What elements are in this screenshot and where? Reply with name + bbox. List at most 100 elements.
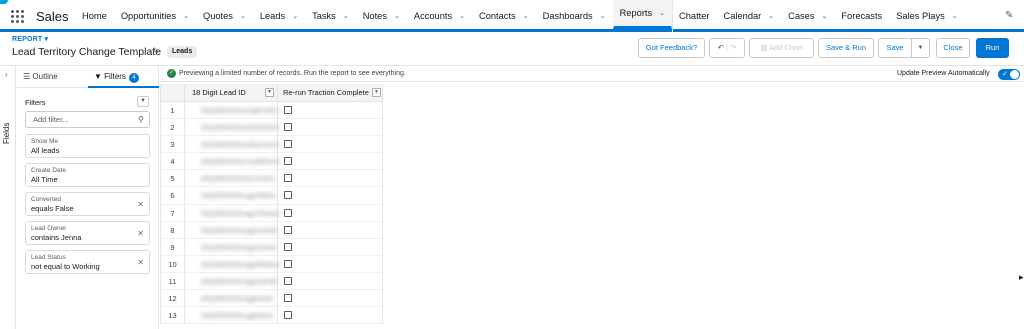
chevron-down-icon[interactable]: ⌄ <box>952 12 958 20</box>
filters-menu-chevron-icon[interactable]: ▼ <box>137 96 149 107</box>
undo-icon[interactable]: ↶ <box>718 43 724 52</box>
report-type-label[interactable]: REPORT ▾ <box>12 35 48 43</box>
tab-outline[interactable]: ☰ Outline <box>23 66 87 88</box>
lead-id-value: 00Q3l00000vqgXNlAA <box>201 191 277 201</box>
edit-nav-icon[interactable]: ✎ <box>1005 10 1013 21</box>
chevron-down-icon[interactable]: ⌄ <box>394 12 400 20</box>
lead-id-cell: 00Q3l00000vqgXNlAA <box>185 187 278 205</box>
traction-complete-cell <box>278 205 384 222</box>
fields-strip[interactable]: › Fields <box>0 66 16 329</box>
nav-item-chatter[interactable]: Chatter <box>672 0 717 32</box>
chevron-down-icon[interactable]: ⌄ <box>768 12 774 20</box>
panel-tabs: ☰ Outline ▼ Filters 4 <box>17 66 159 88</box>
report-title: Lead Territory Change Template <box>12 46 162 58</box>
checkbox-icon <box>284 123 292 132</box>
checkbox-icon <box>284 225 292 234</box>
add-filter-input[interactable]: Add filter... ⚲ <box>25 111 150 128</box>
filter-card[interactable]: Create Date All Time <box>25 163 150 187</box>
table-row: 2 00Q3l00000sXbD8XEA <box>161 119 383 137</box>
filter-icon: ▼ <box>94 72 102 81</box>
row-number: 13 <box>161 307 185 325</box>
filters-panel: ☰ Outline ▼ Filters 4 Filters ▼ Add filte… <box>17 66 159 329</box>
nav-item-home[interactable]: Home <box>75 0 114 32</box>
nav-item-contacts[interactable]: Contacts ⌄ <box>472 0 536 32</box>
chevron-down-icon[interactable]: ⌄ <box>292 12 298 20</box>
chevron-down-icon[interactable]: ⌄ <box>459 12 465 20</box>
close-button[interactable]: Close <box>936 38 970 58</box>
table-row: 12 00Q3l00000vqgbAAA <box>161 290 383 308</box>
save-menu-chevron-icon[interactable]: ▼ <box>911 38 930 58</box>
nav-item-reports[interactable]: Reports ⌄ <box>612 0 673 29</box>
report-header: REPORT ▾ Lead Territory Change Template … <box>0 32 1024 66</box>
app-launcher-icon[interactable] <box>11 10 24 23</box>
filter-field: Create Date <box>31 167 67 174</box>
traction-complete-cell <box>278 102 384 119</box>
nav-item-dashboards[interactable]: Dashboards ⌄ <box>536 0 613 32</box>
remove-filter-icon[interactable]: ✕ <box>137 200 144 209</box>
row-number: 11 <box>161 272 185 290</box>
column-header[interactable]: 18 Digit Lead ID ▼ <box>185 84 278 102</box>
filter-card[interactable]: Lead Owner contains Jenna ✕ <box>25 221 150 245</box>
filter-value: contains Jenna <box>31 233 82 242</box>
expand-fields-icon[interactable]: › <box>5 70 8 79</box>
nav-item-sales-plays[interactable]: Sales Plays ⌄ <box>889 0 964 32</box>
chevron-down-icon[interactable]: ⌄ <box>659 9 665 17</box>
nav-item-forecasts[interactable]: Forecasts <box>834 0 889 32</box>
column-menu-chevron-icon[interactable]: ▼ <box>372 88 381 97</box>
nav-item-label: Home <box>82 11 107 21</box>
checkbox-icon <box>284 208 292 217</box>
chevron-down-icon[interactable]: ⌄ <box>240 12 246 20</box>
row-number: 4 <box>161 153 185 171</box>
remove-filter-icon[interactable]: ✕ <box>137 258 144 267</box>
preview-message: Previewing a limited number of records. … <box>179 70 406 77</box>
tab-filters[interactable]: ▼ Filters 4 <box>88 66 159 88</box>
filter-value: All Time <box>31 175 58 184</box>
table-row: 10 00Q3l00000vqgMRdAA <box>161 255 383 273</box>
run-button[interactable]: Run <box>976 38 1009 58</box>
checkbox-icon <box>284 276 292 285</box>
chevron-down-icon[interactable]: ⌄ <box>343 12 349 20</box>
column-header[interactable]: Re-run Traction Complete ▼ <box>278 84 384 102</box>
nav-item-accounts[interactable]: Accounts ⌄ <box>407 0 472 32</box>
nav-item-notes[interactable]: Notes ⌄ <box>356 0 407 32</box>
nav-item-label: Sales Plays <box>896 11 945 21</box>
column-menu-chevron-icon[interactable]: ▼ <box>265 88 274 97</box>
nav-item-quotes[interactable]: Quotes ⌄ <box>196 0 253 32</box>
chevron-down-icon[interactable]: ⌄ <box>183 12 189 20</box>
chevron-down-icon[interactable]: ⌄ <box>600 12 606 20</box>
checkbox-icon <box>284 242 292 251</box>
edit-title-icon[interactable]: ✎ <box>152 46 160 57</box>
traction-complete-cell <box>278 222 384 239</box>
redo-icon[interactable]: ↷ <box>730 43 736 52</box>
table-body: 1 00Q3l00000sXaBHNE1 2 00Q3l00000sXbD8XEA 3 0… <box>161 102 384 325</box>
nav-item-cases[interactable]: Cases ⌄ <box>781 0 834 32</box>
chevron-down-icon[interactable]: ⌄ <box>822 12 828 20</box>
feedback-button[interactable]: Got Feedback? <box>638 38 705 58</box>
auto-update-toggle[interactable]: ✓ <box>998 69 1020 80</box>
filter-card[interactable]: Lead Status not equal to Working ✕ <box>25 250 150 274</box>
checkbox-icon <box>284 140 292 149</box>
nav-item-tasks[interactable]: Tasks ⌄ <box>305 0 356 32</box>
filter-value: equals False <box>31 204 74 213</box>
filter-field: Lead Owner <box>31 225 67 232</box>
filter-card[interactable]: Show Me All leads <box>25 134 150 158</box>
nav-item-leads[interactable]: Leads ⌄ <box>253 0 305 32</box>
lead-id-cell: 00Q3l00000vqgMRdAA <box>185 255 280 273</box>
nav-item-opportunities[interactable]: Opportunities ⌄ <box>114 0 196 32</box>
lead-id-value: 00Q3l00000vqgYPAAG <box>201 208 280 218</box>
save-and-run-button[interactable]: Save & Run <box>818 38 874 58</box>
add-chart-button[interactable]: ▥ Add Chart <box>749 38 814 58</box>
row-number: 2 <box>161 119 185 137</box>
traction-complete-cell <box>278 239 384 256</box>
table-header: 18 Digit Lead ID ▼ Re-run Traction Comple… <box>161 84 383 102</box>
filter-card[interactable]: Converted equals False ✕ <box>25 192 150 216</box>
save-button[interactable]: Save <box>878 38 912 58</box>
remove-filter-icon[interactable]: ✕ <box>137 229 144 238</box>
checkbox-icon <box>284 191 292 200</box>
chevron-down-icon[interactable]: ⌄ <box>523 12 529 20</box>
nav-item-calendar[interactable]: Calendar ⌄ <box>717 0 782 32</box>
checkbox-icon <box>284 294 292 303</box>
brand-corner <box>0 0 8 4</box>
list-icon: ☰ <box>23 72 31 81</box>
table-row: 4 00Q3l00000cmvBRkAA <box>161 153 383 171</box>
